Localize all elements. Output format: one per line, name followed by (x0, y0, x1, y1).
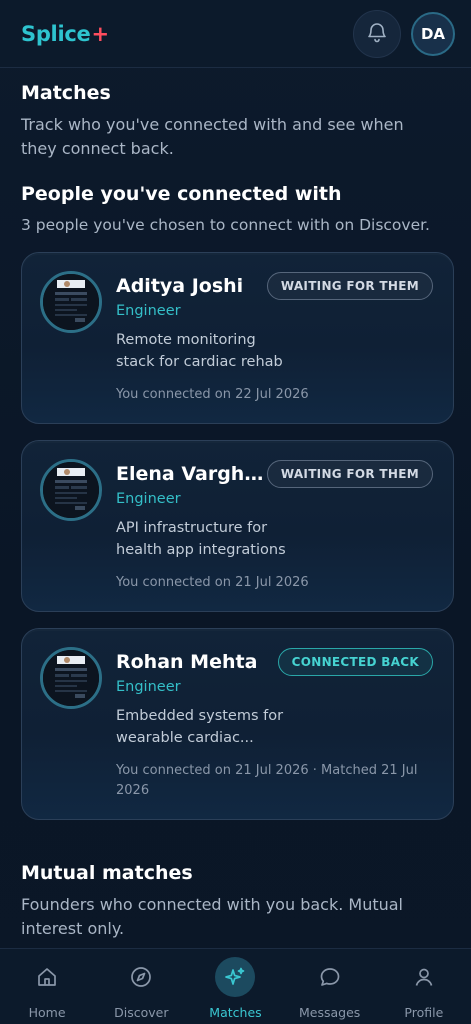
connection-name: Rohan Mehta (116, 651, 258, 673)
page-subtitle: Track who you've connected with and see … (21, 115, 404, 158)
connection-card[interactable]: Rohan Mehta CONNECTED BACK Engineer Embe… (21, 628, 454, 820)
connection-card[interactable]: Elena Varghe... WAITING FOR THEM Enginee… (21, 440, 454, 612)
app-root: Splice+ DA Matches Track who you've conn… (0, 0, 471, 1024)
main-content: Matches Track who you've connected with … (0, 68, 471, 948)
connection-pitch: Remote monitoring stack for cardiac reha… (116, 332, 283, 370)
connections-section-title: People you've connected with (21, 183, 342, 205)
notifications-button[interactable] (353, 9, 401, 58)
profile-photo (40, 647, 102, 709)
profile-photo (40, 271, 102, 333)
connection-pitch: API infrastructure for health app integr… (116, 520, 286, 558)
connection-meta: You connected on 21 Jul 2026 (116, 575, 309, 590)
connection-card[interactable]: Aditya Joshi WAITING FOR THEM Engineer R… (21, 252, 454, 424)
nav-label: Home (28, 1005, 66, 1020)
nav-label: Discover (114, 1005, 169, 1020)
connection-role: Engineer (116, 491, 181, 507)
user-avatar-button[interactable]: DA (411, 11, 455, 56)
nav-label: Messages (299, 1005, 361, 1020)
status-badge: WAITING FOR THEM (266, 272, 433, 300)
connection-name: Aditya Joshi (116, 275, 244, 297)
connection-meta: You connected on 21 Jul 2026 · Matched 2… (116, 763, 418, 798)
nav-item-home[interactable]: Home (2, 957, 92, 1020)
sparkles-icon (215, 957, 256, 997)
app-logo[interactable]: Splice+ (21, 22, 109, 46)
connection-role: Engineer (116, 679, 181, 695)
home-icon (27, 957, 67, 997)
nav-item-discover[interactable]: Discover (96, 957, 186, 1020)
bell-icon (367, 21, 387, 47)
nav-item-messages[interactable]: Messages (285, 957, 375, 1020)
connections-section-subtitle: 3 people you've chosen to connect with o… (21, 216, 430, 234)
chat-bubble-icon (310, 957, 350, 997)
nav-label: Matches (209, 1005, 262, 1020)
connection-meta: You connected on 22 Jul 2026 (116, 387, 309, 402)
status-badge: WAITING FOR THEM (266, 460, 433, 488)
mutual-section-subtitle: Founders who connected with you back. Mu… (21, 895, 403, 938)
nav-label: Profile (404, 1005, 444, 1020)
connection-pitch: Embedded systems for wearable cardiac... (116, 708, 284, 746)
connection-name: Elena Varghe... (116, 463, 267, 485)
nav-item-profile[interactable]: Profile (379, 957, 469, 1020)
nav-item-matches[interactable]: Matches (190, 957, 280, 1020)
compass-icon (121, 957, 161, 997)
top-actions: DA (353, 9, 455, 58)
page-title: Matches (21, 82, 111, 104)
status-badge: CONNECTED BACK (277, 648, 433, 676)
user-icon (404, 957, 444, 997)
connection-role: Engineer (116, 303, 181, 319)
mutual-section-title: Mutual matches (21, 862, 193, 884)
top-bar: Splice+ DA (0, 0, 471, 68)
profile-photo (40, 459, 102, 521)
bottom-nav: Home Discover Matches Messages Profile (0, 948, 471, 1024)
